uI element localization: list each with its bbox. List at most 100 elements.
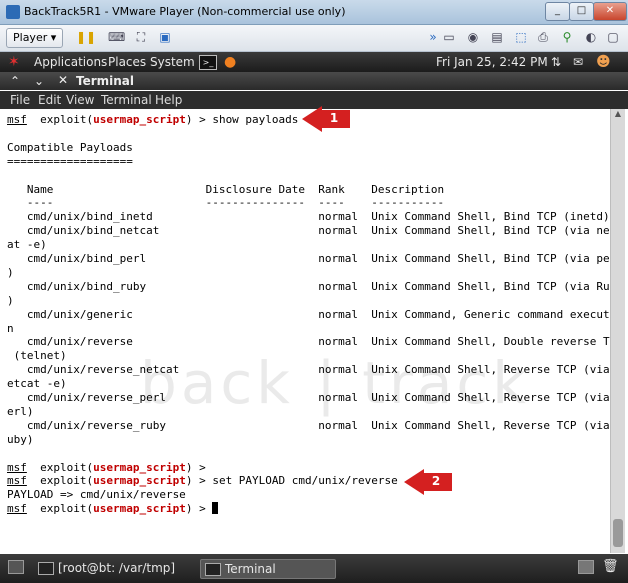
msf-prompt-label: msf xyxy=(7,502,27,516)
text-cursor xyxy=(212,502,219,515)
output-line: ) xyxy=(7,265,14,279)
menu-file[interactable]: File xyxy=(10,93,30,107)
module-name: usermap_script xyxy=(93,460,186,474)
output-line: uby) xyxy=(7,432,34,446)
module-name: usermap_script xyxy=(93,113,186,126)
taskbar-item-label: Terminal xyxy=(225,562,276,576)
terminal-scrollbar[interactable]: ▲ xyxy=(610,109,625,553)
network-adapter-icon[interactable]: ⬚ xyxy=(514,30,528,44)
output-line: cmd/unix/bind_perl normal Unix Command S… xyxy=(7,252,610,265)
printer-icon[interactable]: ⎙ xyxy=(536,30,550,44)
command-text: ) > show payloads xyxy=(185,113,299,126)
msf-prompt-label: msf xyxy=(7,474,27,488)
taskbar-item-terminal[interactable]: Terminal xyxy=(200,559,336,579)
module-name: usermap_script xyxy=(93,474,186,488)
output-line: cmd/unix/reverse_netcat normal Unix Comm… xyxy=(7,363,610,377)
send-ctrl-alt-del-icon[interactable]: ⌨ xyxy=(108,30,125,44)
output-line: at -e) xyxy=(7,238,47,252)
output-line: etcat -e) xyxy=(7,377,67,391)
network-icon[interactable]: ⇅ xyxy=(551,54,561,70)
usb-icon[interactable]: ⚲ xyxy=(560,30,574,44)
workspace-switcher-icon[interactable] xyxy=(578,560,594,574)
output-line: (telnet) xyxy=(7,349,67,363)
hard-disk-icon[interactable]: ▭ xyxy=(442,30,456,44)
msf-prompt-label: msf xyxy=(7,460,27,474)
output-line: cmd/unix/reverse_ruby normal Unix Comman… xyxy=(7,418,610,432)
floppy-icon[interactable]: ▤ xyxy=(490,30,504,44)
terminal-launcher-icon[interactable]: >_ xyxy=(199,55,217,70)
terminal-titlebar: ⌃ ⌄ ✕ Terminal xyxy=(0,72,628,90)
output-line: Compatible Payloads xyxy=(7,140,133,154)
msf-prompt-label: msf xyxy=(7,113,27,126)
output-line: cmd/unix/bind_netcat normal Unix Command… xyxy=(7,224,610,238)
output-line: cmd/unix/bind_inetd normal Unix Command … xyxy=(7,210,610,224)
user-icon[interactable]: ☻ xyxy=(596,54,611,70)
window-titlebar: BackTrack5R1 - VMware Player (Non-commer… xyxy=(0,0,628,25)
arrow-head-icon xyxy=(302,106,322,132)
clock[interactable]: Fri Jan 25, 2:42 PM xyxy=(436,54,548,70)
system-menu[interactable]: System xyxy=(150,54,195,70)
callout-number: 2 xyxy=(431,474,441,488)
maximize-button[interactable]: □ xyxy=(569,2,594,21)
output-line: cmd/unix/bind_ruby normal Unix Command S… xyxy=(7,279,610,293)
output-line: PAYLOAD => cmd/unix/reverse xyxy=(7,488,186,502)
output-line: =================== xyxy=(7,154,133,168)
callout-number: 1 xyxy=(329,111,339,125)
menu-view[interactable]: View xyxy=(66,93,94,107)
exploit-label: exploit( xyxy=(26,474,94,488)
terminal-output[interactable]: back | track msf exploit(usermap_script)… xyxy=(0,109,610,553)
pause-icon[interactable]: ❚❚ xyxy=(76,30,96,44)
gnome-top-panel: ✶ Applications Places System >_ ● Fri Ja… xyxy=(0,52,628,72)
menu-edit[interactable]: Edit xyxy=(38,93,61,107)
firefox-icon[interactable]: ● xyxy=(224,54,236,70)
menu-terminal[interactable]: Terminal xyxy=(101,93,152,107)
command-text: ) > set PAYLOAD cmd/unix/reverse xyxy=(185,474,398,488)
backtrack-logo-icon: ✶ xyxy=(8,54,20,70)
backtrack-watermark: back | track xyxy=(140,349,530,417)
output-line: cmd/unix/reverse normal Unix Command She… xyxy=(7,335,610,349)
prompt-line: msf exploit(usermap_script) > xyxy=(7,502,219,516)
output-line: n xyxy=(7,321,14,335)
minimize-button[interactable]: _ xyxy=(545,2,570,21)
sound-card-icon[interactable]: ◐ xyxy=(584,30,598,44)
arrow-head-icon xyxy=(404,469,424,495)
more-devices-icon[interactable]: » xyxy=(426,30,440,44)
exploit-label: exploit( xyxy=(26,502,94,516)
window-title: BackTrack5R1 - VMware Player (Non-commer… xyxy=(24,5,346,18)
output-line: ) xyxy=(7,293,14,307)
close-button[interactable]: ✕ xyxy=(593,2,627,21)
prompt-line: msf exploit(usermap_script) > set PAYLOA… xyxy=(7,474,398,488)
output-line: ---- --------------- ---- ----------- xyxy=(7,196,445,210)
window-menu-chevron-icon[interactable]: ⌃ xyxy=(10,74,20,88)
cd-rom-icon[interactable]: ◉ xyxy=(466,30,480,44)
taskbar-item-file-browser[interactable]: [root@bt: /var/tmp] xyxy=(34,559,208,577)
scroll-thumb[interactable] xyxy=(613,519,623,547)
vmware-app-icon xyxy=(6,5,20,19)
bottom-taskbar: [root@bt: /var/tmp] Terminal 🗑 xyxy=(0,554,628,583)
terminal-window-icon xyxy=(205,563,221,576)
close-terminal-icon[interactable]: ✕ xyxy=(58,73,68,87)
vmware-toolbar: Player ▾ ❚❚ ⌨ ⛶ ▣ » ▭ ◉ ▤ ⬚ ⎙ ⚲ ◐ ▢ xyxy=(0,25,628,52)
collapse-chevron-icon[interactable]: ⌄ xyxy=(34,74,44,88)
terminal-window-icon xyxy=(38,562,54,575)
output-line: cmd/unix/reverse_perl normal Unix Comman… xyxy=(7,391,610,404)
taskbar-item-label: [root@bt: /var/tmp] xyxy=(58,561,176,575)
output-line: Name Disclosure Date Rank Description xyxy=(7,182,445,196)
applications-menu[interactable]: Applications xyxy=(34,54,107,70)
command-text: ) > xyxy=(185,460,213,474)
command-text: ) > xyxy=(185,502,213,516)
output-line: cmd/unix/generic normal Unix Command, Ge… xyxy=(7,307,610,321)
show-desktop-icon[interactable] xyxy=(8,560,24,574)
fullscreen-icon[interactable]: ⛶ xyxy=(134,30,148,44)
player-menu-button[interactable]: Player ▾ xyxy=(6,28,64,48)
exploit-label: exploit( xyxy=(26,113,94,126)
exploit-label: exploit( xyxy=(26,460,94,474)
unity-icon[interactable]: ▣ xyxy=(158,30,172,44)
mail-icon[interactable]: ✉ xyxy=(573,54,583,70)
menu-help[interactable]: Help xyxy=(155,93,182,107)
prompt-line: msf exploit(usermap_script) > show paylo… xyxy=(7,113,298,127)
places-menu[interactable]: Places xyxy=(108,54,146,70)
scroll-up-icon[interactable]: ▲ xyxy=(611,109,625,121)
message-log-icon[interactable]: ▢ xyxy=(606,30,620,44)
trash-icon[interactable]: 🗑 xyxy=(602,559,619,574)
